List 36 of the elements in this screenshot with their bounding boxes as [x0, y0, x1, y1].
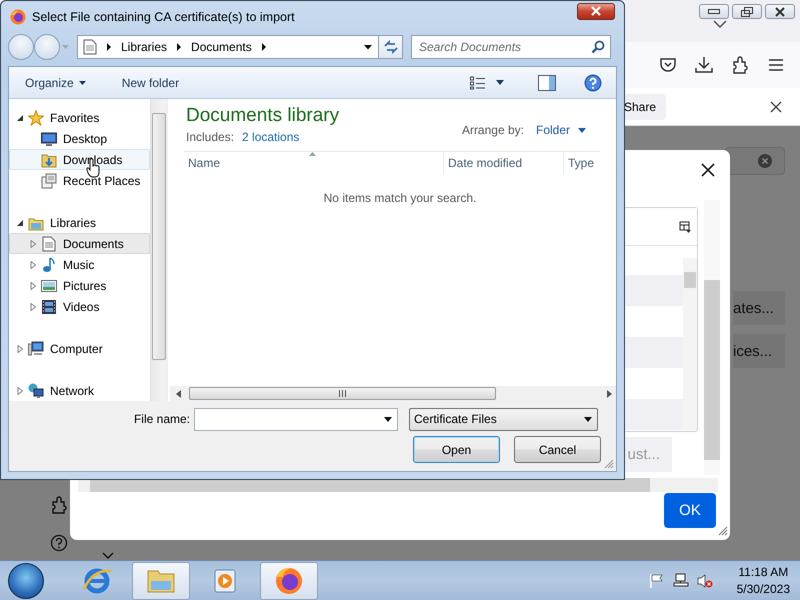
window-title: Select File containing CA certificate(s) to import — [32, 10, 295, 24]
tree-item[interactable]: Pictures — [9, 275, 150, 296]
breadcrumb-item[interactable]: Documents — [191, 40, 252, 54]
arrange-label: Arrange by: — [462, 123, 524, 137]
address-bar[interactable]: Libraries Documents — [77, 35, 379, 59]
tree-item[interactable]: Favorites — [9, 107, 150, 128]
column-header[interactable]: Type — [563, 152, 600, 174]
clock-date[interactable]: 5/30/2023 — [736, 580, 790, 598]
arrange-dropdown[interactable]: Folder — [536, 123, 586, 137]
tree-item[interactable]: Documents — [9, 233, 150, 254]
organize-button[interactable]: Organize — [20, 74, 91, 92]
search-field[interactable]: Search Documents — [411, 35, 611, 59]
clock-time[interactable]: 11:18 AM — [736, 564, 790, 580]
file-type-dropdown[interactable]: Certificate Files — [409, 408, 598, 430]
locations-link[interactable]: 2 locations — [242, 130, 300, 144]
tree-item[interactable]: Music — [9, 254, 150, 275]
tree-item[interactable]: Downloads — [9, 149, 150, 170]
ok-button[interactable]: OK — [664, 493, 716, 528]
empty-message: No items match your search. — [324, 191, 476, 207]
tree-item[interactable]: Videos — [9, 296, 150, 317]
tree-item[interactable]: Recent Places — [9, 170, 150, 191]
dialog-button[interactable]: Open — [413, 436, 500, 463]
tree-item[interactable]: Desktop — [9, 128, 150, 149]
dialog-button[interactable]: Cancel — [514, 436, 601, 463]
file-name-label: File name: — [132, 412, 191, 426]
includes-label: Includes: — [186, 130, 234, 144]
settings-button[interactable]: ices... — [733, 334, 785, 368]
breadcrumb-item[interactable]: Libraries — [121, 40, 168, 54]
tree-item[interactable]: Network — [9, 380, 150, 401]
tree-item[interactable]: Libraries — [9, 212, 150, 233]
library-title: Documents library — [186, 105, 340, 127]
settings-button[interactable]: ates... — [733, 291, 785, 325]
new-folder-button[interactable]: New folder — [116, 74, 184, 92]
column-header[interactable]: Name — [184, 152, 443, 174]
column-header[interactable]: Date modified — [443, 152, 563, 174]
tree-item[interactable]: Computer — [9, 338, 150, 359]
